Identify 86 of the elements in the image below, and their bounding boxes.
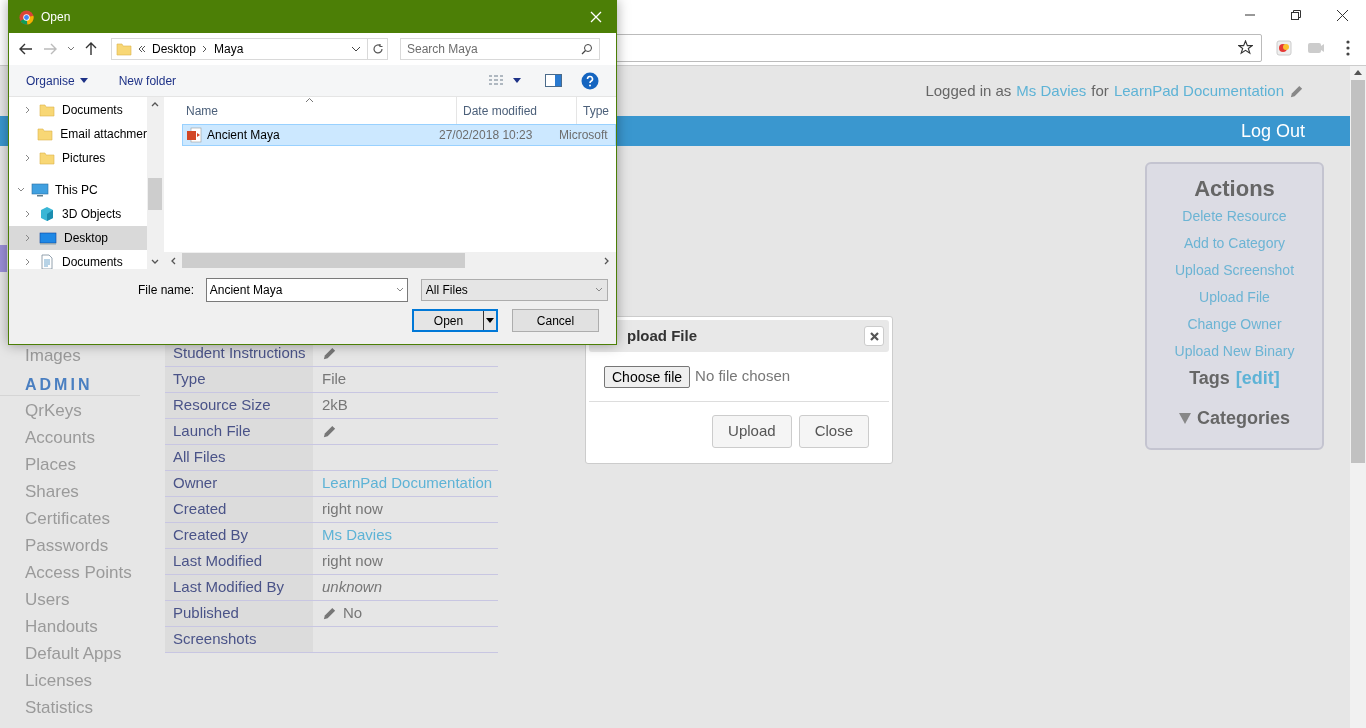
table-cell: Resource Size <box>165 393 313 418</box>
detail-value: unknown <box>322 577 383 598</box>
nav-tree-item[interactable]: Email attachmer <box>9 122 147 146</box>
nav-tree-label: Email attachmer <box>60 126 147 143</box>
action-link[interactable]: Upload New Binary <box>1174 338 1295 365</box>
detail-value: File <box>322 369 347 390</box>
nav-tree-item[interactable]: Documents <box>9 98 147 122</box>
modal-title: pload File <box>627 325 698 346</box>
nav-tree-label: 3D Objects <box>62 206 122 223</box>
address-field[interactable]: Desktop Maya <box>111 38 388 60</box>
file-name-field[interactable]: Ancient Maya <box>205 278 408 302</box>
nav-tree-label: Documents <box>62 254 123 269</box>
sidebar-heading: ADMIN <box>24 374 93 395</box>
file-date: 27/02/2018 10:23 <box>439 127 534 144</box>
login-text: for <box>1091 80 1109 101</box>
action-link[interactable]: Delete Resource <box>1182 203 1287 230</box>
tags-heading: Tags <box>1189 367 1230 390</box>
close-button[interactable]: Close <box>798 414 869 448</box>
sidebar-item[interactable]: Images <box>0 346 165 374</box>
sidebar-item[interactable]: Default Apps <box>0 641 165 668</box>
action-link[interactable]: Add to Category <box>1183 230 1286 257</box>
open-button[interactable]: Open <box>412 309 498 332</box>
sidebar-item[interactable]: QrKeys <box>0 398 165 425</box>
new-folder-button[interactable]: New folder <box>118 71 177 90</box>
action-link[interactable]: Upload Screenshot <box>1174 257 1295 284</box>
user-link[interactable]: Ms Davies <box>1016 79 1087 103</box>
cancel-button[interactable]: Cancel <box>512 309 599 332</box>
action-link[interactable]: Upload File <box>1199 284 1270 311</box>
sidebar-item[interactable]: Statistics <box>0 695 165 722</box>
detail-value: right now <box>322 499 383 520</box>
table-cell: Launch File <box>165 419 313 444</box>
sidebar-item[interactable]: Users <box>0 587 165 614</box>
table-cell: Created By <box>165 523 313 548</box>
detail-link[interactable]: LearnPad Documentation <box>322 472 493 495</box>
upload-button[interactable]: Upload <box>712 414 792 448</box>
nav-tree-item[interactable]: This PC <box>9 178 147 202</box>
table-cell: All Files <box>165 445 313 470</box>
breadcrumb-item[interactable]: Desktop <box>152 40 197 58</box>
table-cell: Screenshots <box>165 627 313 652</box>
detail-link[interactable]: Ms Davies <box>322 524 392 547</box>
file-row[interactable]: Ancient Maya 27/02/2018 10:23 Microsoft <box>182 124 616 146</box>
table-cell: Created <box>165 497 313 522</box>
nav-tree-item[interactable]: Documents <box>9 250 147 269</box>
detail-value: No <box>343 603 363 624</box>
nav-tree-label: Desktop <box>64 230 109 247</box>
table-cell: Last Modified By <box>165 575 313 600</box>
detail-value: 2kB <box>322 395 348 416</box>
file-type-select[interactable]: All Files <box>420 279 608 301</box>
detail-value: right now <box>322 551 383 572</box>
nav-tree-item[interactable]: Pictures <box>9 146 147 170</box>
nav-tree-label: This PC <box>55 182 98 199</box>
login-text: Logged in as <box>925 80 1012 101</box>
sidebar-item[interactable]: Accounts <box>0 425 165 452</box>
logout-link[interactable]: Log Out <box>1240 117 1305 145</box>
nav-tree-item[interactable]: 3D Objects <box>9 202 147 226</box>
categories-toggle[interactable]: Categories <box>1178 405 1290 432</box>
choose-file-button[interactable]: Choose file <box>604 365 691 388</box>
action-link[interactable]: Change Owner <box>1187 311 1282 338</box>
table-cell: Published <box>165 601 313 626</box>
sidebar-item[interactable]: Access Points <box>0 560 165 587</box>
file-type-value: All Files <box>425 282 469 299</box>
dialog-title: Open <box>41 9 71 26</box>
sidebar-item[interactable]: Shares <box>0 479 165 506</box>
breadcrumb-item[interactable]: Maya <box>214 40 244 58</box>
sidebar-item[interactable]: Places <box>0 452 165 479</box>
table-cell: Type <box>165 367 313 392</box>
nav-tree-label: Documents <box>62 102 123 119</box>
sidebar-item[interactable]: Certificates <box>0 506 165 533</box>
file-status: No file chosen <box>695 366 791 387</box>
file-name-label: File name: <box>138 282 196 299</box>
panel-title: Actions <box>1194 175 1275 203</box>
nav-tree-label: Pictures <box>62 150 106 167</box>
sidebar-item[interactable]: Licenses <box>0 668 165 695</box>
nav-tree-item[interactable]: Desktop <box>9 226 147 250</box>
search-field[interactable]: Search Maya <box>400 38 600 60</box>
sidebar-item[interactable]: Passwords <box>0 533 165 560</box>
sidebar-item[interactable]: Handouts <box>0 614 165 641</box>
table-cell: Last Modified <box>165 549 313 574</box>
table-cell: Owner <box>165 471 313 496</box>
file-type: Microsoft <box>559 127 608 144</box>
organisation-link[interactable]: LearnPad Documentation <box>1113 79 1284 103</box>
edit-link[interactable]: [edit] <box>1235 365 1280 391</box>
column-header[interactable]: Name <box>180 97 456 124</box>
file-name: Ancient Maya <box>207 127 280 144</box>
file-name-value: Ancient Maya <box>209 282 284 299</box>
organise-menu[interactable]: Organise <box>26 71 88 90</box>
